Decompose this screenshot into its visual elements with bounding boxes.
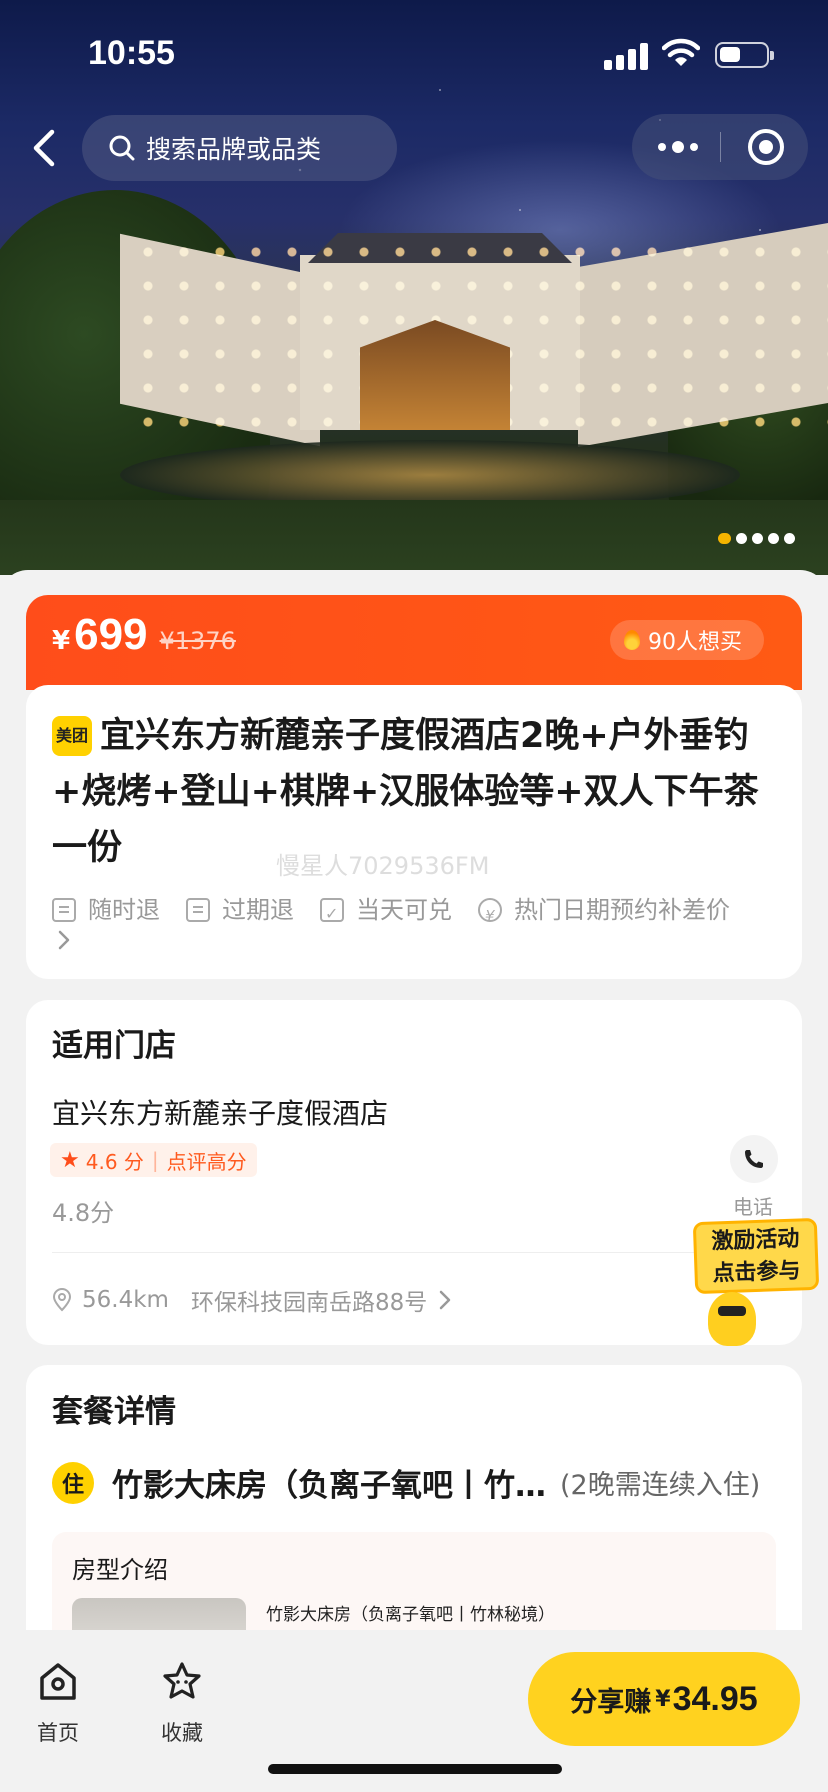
location-pin-icon: [52, 1288, 72, 1312]
status-time: 10:55: [88, 34, 175, 72]
search-input[interactable]: 搜索品牌或品类: [82, 115, 397, 181]
room-line: 住 竹影大床房（负离子氧吧丨竹林秘境） (2晚需连续入住): [52, 1460, 782, 1505]
service-tags[interactable]: 随时退 过期退 当天可兑 热门日期预约补差价: [52, 893, 776, 933]
watermark: 慢星人7029536FM: [276, 852, 490, 880]
document-icon: [186, 898, 210, 922]
price-currency: ¥: [52, 626, 71, 656]
promo-line2: 点击参与: [712, 1258, 801, 1287]
share-label: 分享赚: [570, 1686, 652, 1718]
store-score: 4.8分: [52, 1199, 115, 1227]
hotel-building: [120, 222, 828, 448]
pager-dot: [736, 533, 747, 544]
tag-hot-date: 热门日期预约补差价: [478, 893, 730, 933]
home-icon: [40, 1663, 76, 1700]
chevron-right-icon: [439, 1290, 451, 1310]
star-icon: ★: [60, 1147, 80, 1173]
share-amount: 34.95: [672, 1679, 758, 1718]
meituan-badge: 美团: [52, 716, 92, 756]
room-intro-title: 房型介绍: [72, 1556, 168, 1584]
back-button[interactable]: [18, 120, 68, 176]
flame-icon: [624, 630, 640, 650]
room-name: 竹影大床房（负离子氧吧丨竹林秘境）: [112, 1468, 552, 1504]
close-miniprogram-icon[interactable]: [748, 129, 784, 165]
rating-badge: ★ 4.6 分 | 点评高分: [50, 1143, 257, 1177]
rating-note: 点评高分: [166, 1149, 247, 1174]
nav-favorite-label: 收藏: [161, 1721, 203, 1745]
room-sub-name: 竹影大床房（负离子氧吧丨竹林秘境）: [266, 1605, 555, 1625]
home-indicator: [268, 1764, 562, 1774]
chevron-left-icon: [33, 129, 55, 167]
rating-divider: |: [151, 1148, 159, 1172]
mascot-icon: [708, 1292, 756, 1346]
nav-favorite[interactable]: 收藏: [142, 1660, 222, 1747]
grass: [0, 500, 828, 575]
more-icon[interactable]: [658, 134, 702, 160]
incentive-activity-float[interactable]: 激励活动 点击参与: [692, 1217, 820, 1346]
document-icon: [52, 898, 76, 922]
signal-icon: [604, 42, 650, 70]
room-note: (2晚需连续入住): [560, 1470, 761, 1501]
chevron-right-icon[interactable]: [52, 928, 76, 952]
nav-home[interactable]: 首页: [18, 1660, 98, 1747]
rating-value: 4.6 分: [85, 1149, 144, 1174]
pager-dot: [784, 533, 795, 544]
pager-dot: [768, 533, 779, 544]
wifi-icon: [662, 38, 700, 66]
want-count: 90人想买: [648, 630, 742, 655]
search-placeholder: 搜索品牌或品类: [146, 135, 322, 164]
mini-program-capsule: [632, 114, 808, 180]
pager-dot-active: [718, 533, 731, 544]
phone-button[interactable]: [730, 1135, 778, 1183]
store-divider: [52, 1252, 776, 1253]
tag-same-day: 当天可兑: [320, 893, 452, 931]
status-bar: 10:55: [0, 0, 828, 100]
price-block: ¥ 699 ¥1376: [52, 610, 236, 660]
yen-icon: [478, 898, 502, 933]
capsule-divider: [720, 132, 721, 162]
package-section-title: 套餐详情: [52, 1394, 176, 1430]
stay-badge: 住: [52, 1461, 94, 1504]
nav-home-label: 首页: [37, 1721, 79, 1745]
promo-line1: 激励活动: [711, 1226, 800, 1255]
store-address-row[interactable]: 56.4km 环保科技园南岳路88号: [52, 1283, 453, 1317]
tag-expired-refund: 过期退: [186, 893, 294, 927]
original-price: ¥1376: [159, 627, 236, 655]
pager-dot: [752, 533, 763, 544]
share-earn-button[interactable]: 分享赚 ¥ 34.95: [528, 1652, 800, 1746]
star-face-icon: [163, 1662, 201, 1699]
store-distance: 56.4km: [82, 1287, 169, 1313]
store-section-title: 适用门店: [52, 1028, 176, 1064]
gallery-pager: [718, 533, 795, 544]
search-icon: [109, 135, 135, 161]
tag-refund-anytime: 随时退: [52, 893, 160, 927]
phone-label: 电话: [733, 1195, 773, 1219]
promo-box: 激励活动 点击参与: [692, 1217, 820, 1295]
store-name[interactable]: 宜兴东方新麓亲子度假酒店: [52, 1092, 388, 1132]
current-price: 699: [74, 610, 148, 659]
phone-icon: [745, 1150, 763, 1168]
calendar-check-icon: [320, 897, 344, 931]
share-currency: ¥: [655, 1686, 671, 1712]
want-count-badge: 90人想买: [610, 620, 764, 660]
battery-icon: [715, 42, 774, 68]
store-address: 环保科技园南岳路88号: [190, 1290, 428, 1316]
